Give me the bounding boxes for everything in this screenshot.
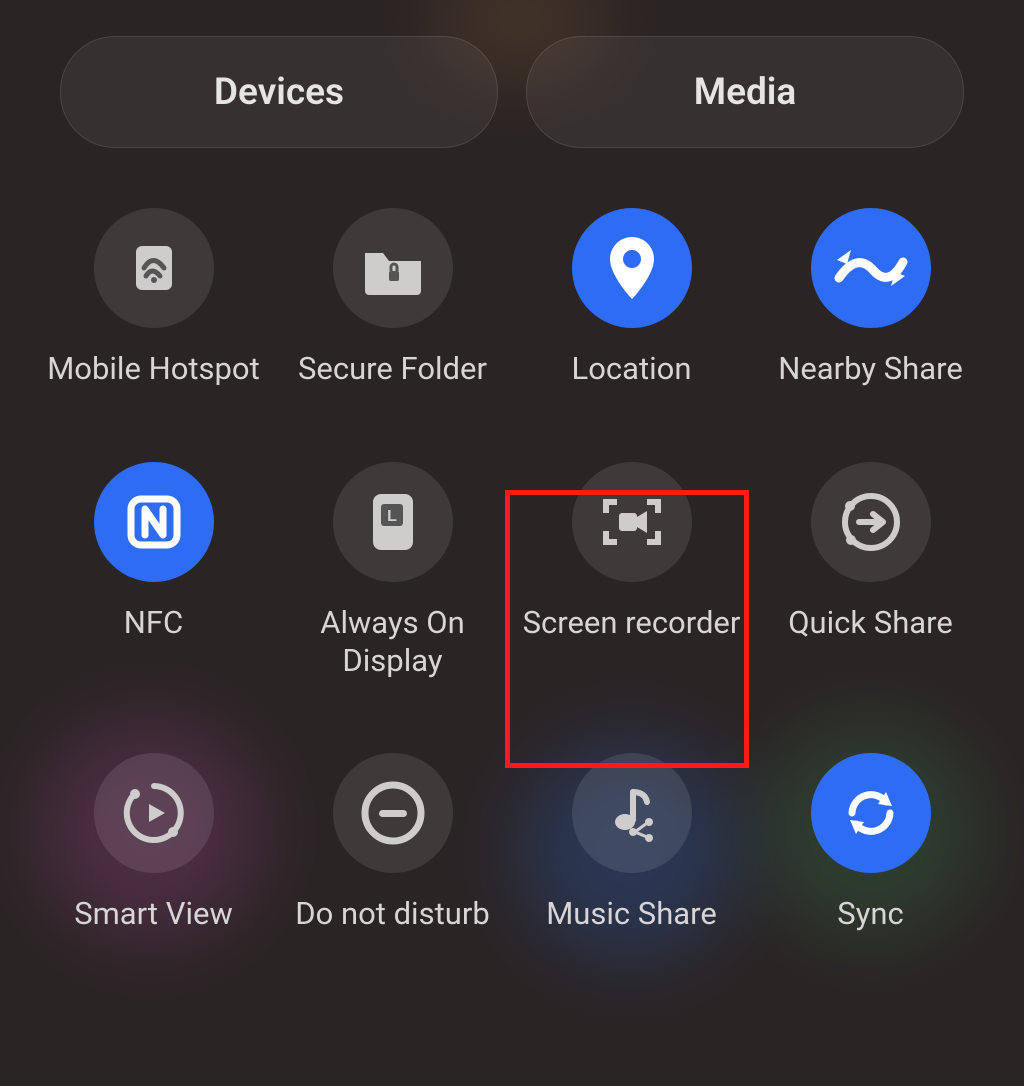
tile-label: Nearby Share bbox=[778, 350, 963, 388]
tile-quick-share[interactable]: Quick Share bbox=[751, 462, 990, 680]
tile-location[interactable]: Location bbox=[512, 208, 751, 388]
screen-recorder-highlight bbox=[505, 490, 749, 768]
nfc-icon[interactable] bbox=[94, 462, 214, 582]
tile-label: Smart View bbox=[74, 895, 233, 933]
sync-icon[interactable] bbox=[811, 753, 931, 873]
tile-do-not-disturb[interactable]: Do not disturb bbox=[273, 753, 512, 933]
tile-label: Secure Folder bbox=[298, 350, 487, 388]
location-icon[interactable] bbox=[572, 208, 692, 328]
tile-mobile-hotspot[interactable]: Mobile Hotspot bbox=[34, 208, 273, 388]
tile-music-share[interactable]: Music Share bbox=[512, 753, 751, 933]
quick-share-icon[interactable] bbox=[811, 462, 931, 582]
devices-label: Devices bbox=[214, 71, 344, 114]
tile-secure-folder[interactable]: Secure Folder bbox=[273, 208, 512, 388]
tile-label: Sync bbox=[837, 895, 903, 933]
tile-label: Always On Display bbox=[283, 604, 503, 680]
tile-label: Music Share bbox=[546, 895, 717, 933]
tile-label: Quick Share bbox=[788, 604, 953, 642]
tile-label: Mobile Hotspot bbox=[47, 350, 260, 388]
nearby-share-icon[interactable] bbox=[811, 208, 931, 328]
tile-smart-view[interactable]: Smart View bbox=[34, 753, 273, 933]
dnd-icon[interactable] bbox=[333, 753, 453, 873]
hotspot-icon[interactable] bbox=[94, 208, 214, 328]
secure-folder-icon[interactable] bbox=[333, 208, 453, 328]
tile-nearby-share[interactable]: Nearby Share bbox=[751, 208, 990, 388]
tile-sync[interactable]: Sync bbox=[751, 753, 990, 933]
media-label: Media bbox=[694, 71, 797, 114]
devices-button[interactable]: Devices bbox=[60, 36, 498, 148]
quick-settings-panel: Devices Media Mobile Hotspot Secure Fold… bbox=[0, 0, 1024, 1086]
svg-text:L: L bbox=[387, 508, 397, 525]
tile-always-on-display[interactable]: L Always On Display bbox=[273, 462, 512, 680]
tile-label: NFC bbox=[124, 604, 183, 642]
tile-nfc[interactable]: NFC bbox=[34, 462, 273, 680]
tile-label: Location bbox=[572, 350, 692, 388]
tile-label: Do not disturb bbox=[295, 895, 490, 933]
music-share-icon[interactable] bbox=[572, 753, 692, 873]
aod-icon[interactable]: L bbox=[333, 462, 453, 582]
smart-view-icon[interactable] bbox=[94, 753, 214, 873]
